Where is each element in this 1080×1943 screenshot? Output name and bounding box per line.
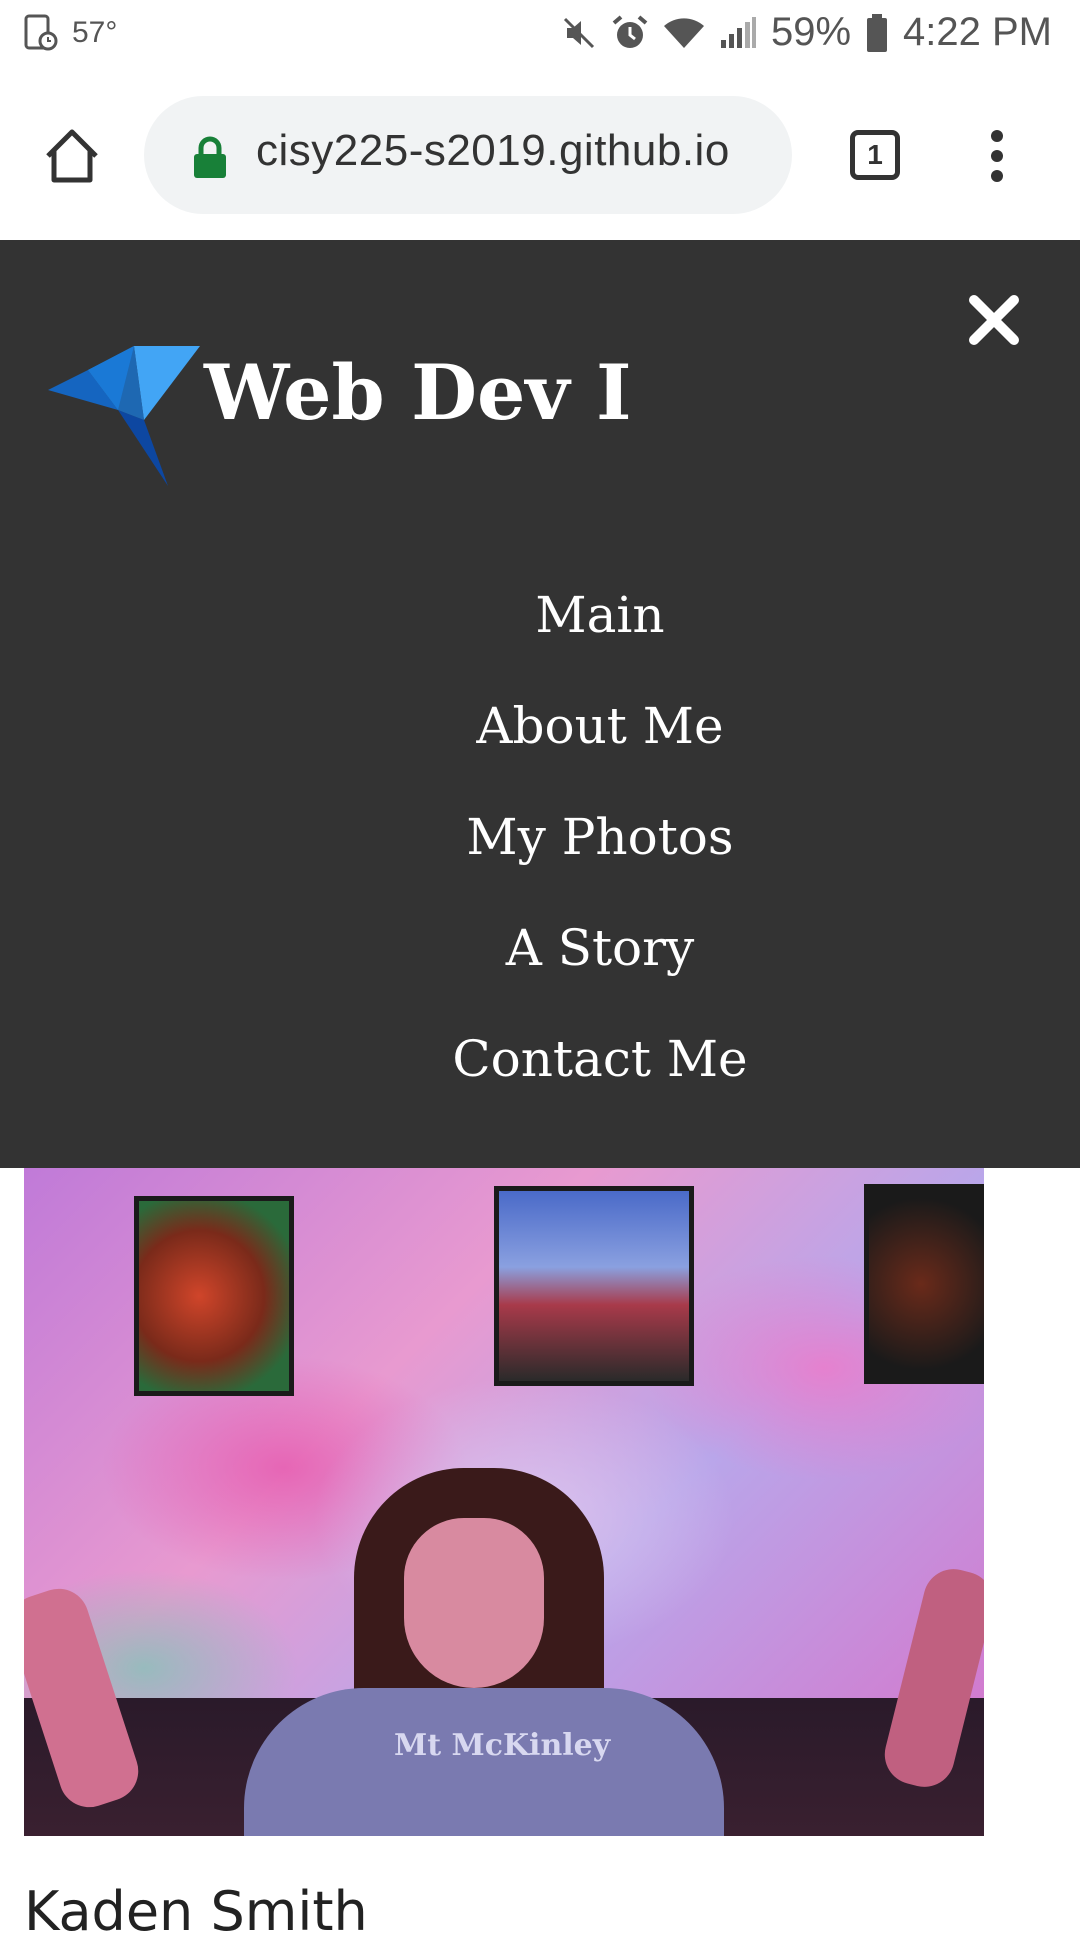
wifi-icon bbox=[663, 17, 704, 48]
address-bar[interactable]: cisy225-s2019.github.io bbox=[144, 96, 792, 214]
tab-switcher-button[interactable]: 1 bbox=[850, 130, 900, 180]
battery-percent: 59% bbox=[770, 10, 852, 54]
browser-toolbar: cisy225-s2019.github.io 1 bbox=[0, 78, 1080, 240]
nav-item-contact-me[interactable]: Contact Me bbox=[0, 1004, 1080, 1115]
more-menu-icon[interactable] bbox=[982, 126, 1012, 186]
alarm-icon bbox=[612, 14, 648, 48]
screen-timer-icon bbox=[24, 14, 58, 51]
shirt-print: Mt McKinley bbox=[394, 1728, 611, 1763]
person-face bbox=[404, 1518, 544, 1688]
bird-logo-icon bbox=[48, 346, 200, 486]
clock: 4:22 PM bbox=[903, 10, 1052, 54]
page-heading: Kaden Smith bbox=[24, 1880, 368, 1943]
status-right: 59% 4:22 PM bbox=[561, 10, 1052, 55]
nav-item-a-story[interactable]: A Story bbox=[0, 893, 1080, 1004]
nav-item-about-me[interactable]: About Me bbox=[0, 671, 1080, 782]
weather-temperature: 57° bbox=[72, 16, 118, 49]
battery-icon bbox=[867, 13, 888, 52]
mute-icon bbox=[563, 17, 595, 48]
nav-item-my-photos[interactable]: My Photos bbox=[0, 782, 1080, 893]
status-left: 57° bbox=[24, 14, 117, 52]
nav-menu: Main About Me My Photos A Story Contact … bbox=[0, 560, 1080, 1115]
lock-icon bbox=[194, 136, 226, 178]
close-icon[interactable] bbox=[966, 292, 1022, 348]
url-text: cisy225-s2019.github.io bbox=[256, 126, 730, 175]
hero-photo: Mt McKinley bbox=[24, 1168, 984, 1836]
status-bar: 57° 59% 4:22 PM bbox=[0, 0, 1080, 78]
wall-poster bbox=[134, 1196, 294, 1396]
nav-item-main[interactable]: Main bbox=[0, 560, 1080, 671]
signal-icon bbox=[720, 16, 756, 48]
home-icon[interactable] bbox=[40, 124, 104, 188]
nav-overlay: Web Dev I Main About Me My Photos A Stor… bbox=[0, 240, 1080, 1168]
wall-poster bbox=[864, 1184, 984, 1384]
wall-poster bbox=[494, 1186, 694, 1386]
site-title[interactable]: Web Dev I bbox=[204, 348, 632, 437]
